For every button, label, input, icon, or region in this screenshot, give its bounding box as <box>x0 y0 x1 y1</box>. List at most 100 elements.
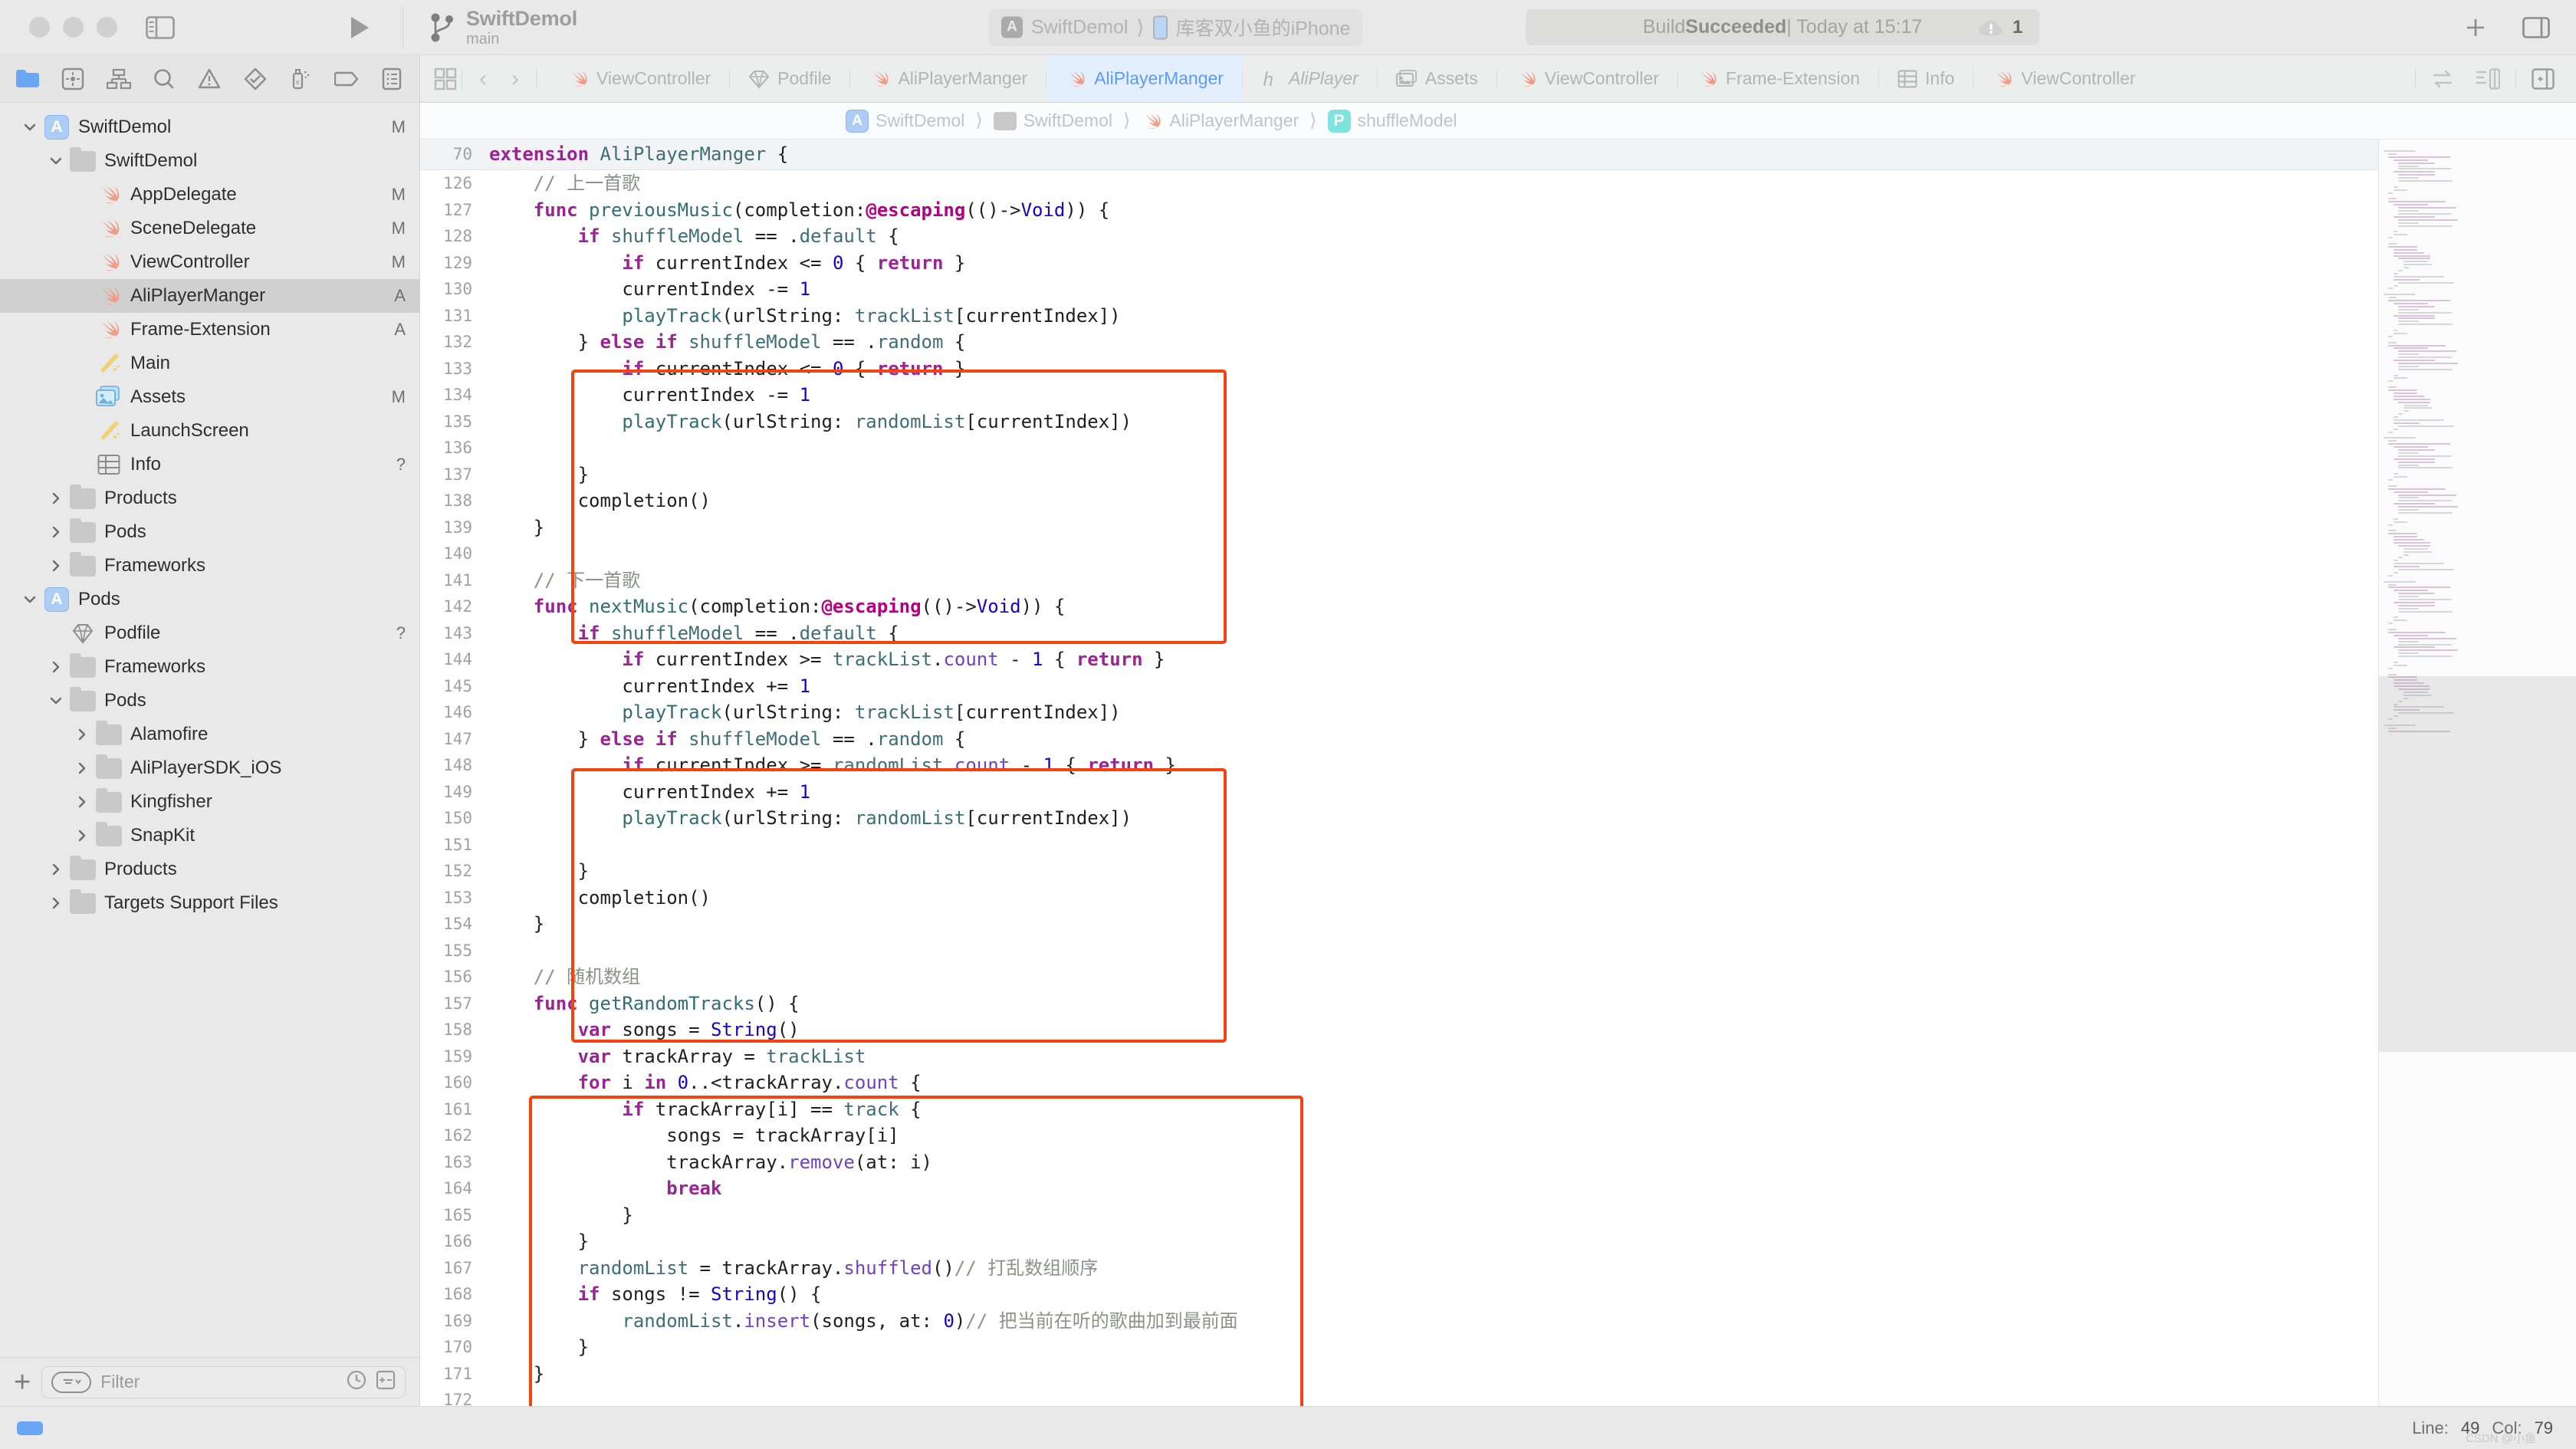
scheme-selector[interactable]: A SwiftDemol ⟩ 库客双小鱼的iPhone <box>989 9 1363 45</box>
chevron-right-icon[interactable] <box>44 659 67 675</box>
breadcrumb-item[interactable]: A SwiftDemol <box>846 109 964 133</box>
code-line[interactable]: 133 if currentIndex <= 0 { return } <box>420 356 2378 383</box>
breadcrumb-item[interactable]: SwiftDemol <box>993 110 1112 131</box>
code-line[interactable]: 139 } <box>420 514 2378 541</box>
clock-icon[interactable] <box>347 1370 366 1394</box>
code-line[interactable]: 160 for i in 0..<trackArray.count { <box>420 1070 2378 1096</box>
code-line[interactable]: 144 if currentIndex >= trackList.count -… <box>420 646 2378 673</box>
chevron-right-icon[interactable] <box>44 524 67 540</box>
code-line[interactable]: 172 <box>420 1387 2378 1406</box>
test-diamond-icon[interactable] <box>232 67 278 90</box>
code-line[interactable]: 154 } <box>420 911 2378 938</box>
tree-item-swiftdemol[interactable]: SwiftDemol <box>0 144 419 178</box>
chevron-right-icon[interactable] <box>44 895 67 911</box>
tree-item-frame-extension[interactable]: Frame-Extension A <box>0 313 419 347</box>
code-line[interactable]: 165 } <box>420 1202 2378 1229</box>
tree-item-frameworks[interactable]: Frameworks <box>0 650 419 684</box>
chevron-right-icon[interactable] <box>71 794 94 810</box>
tree-item-targets-support-files[interactable]: Targets Support Files <box>0 886 419 920</box>
code-line[interactable]: 141 // 下一首歌 <box>420 567 2378 594</box>
chevron-right-icon[interactable] <box>44 491 67 506</box>
code-line[interactable]: 145 currentIndex += 1 <box>420 673 2378 700</box>
code-line[interactable]: 138 completion() <box>420 488 2378 514</box>
breakpoint-tag-icon[interactable] <box>324 70 369 88</box>
tree-item-launchscreen[interactable]: LaunchScreen <box>0 414 419 448</box>
code-line[interactable]: 161 if trackArray[i] == track { <box>420 1096 2378 1123</box>
code-line[interactable]: 155 <box>420 938 2378 964</box>
chevron-down-icon[interactable] <box>44 153 67 169</box>
chevron-right-icon[interactable] <box>71 761 94 776</box>
tab-aliplayermanger[interactable]: AliPlayerManger <box>850 55 1046 102</box>
filter-field[interactable]: Filter <box>41 1365 406 1398</box>
tree-item-aliplayermanger[interactable]: AliPlayerManger A <box>0 279 419 313</box>
tree-item-swiftdemol[interactable]: A SwiftDemol M <box>0 110 419 144</box>
code-line[interactable]: 158 var songs = String() <box>420 1017 2378 1043</box>
tab-grid-icon[interactable] <box>434 67 457 90</box>
tree-item-alamofire[interactable]: Alamofire <box>0 718 419 751</box>
chevron-right-icon[interactable] <box>71 828 94 843</box>
debug-area-toggle[interactable] <box>17 1421 43 1435</box>
chevron-down-icon[interactable] <box>18 592 41 607</box>
destination-name[interactable]: 库客双小鱼的iPhone <box>1176 14 1351 41</box>
code-line[interactable]: 148 if currentIndex >= randomList.count … <box>420 752 2378 779</box>
code-line[interactable]: 156 // 随机数组 <box>420 964 2378 991</box>
code-line[interactable]: 136 <box>420 435 2378 462</box>
tree-item-pods[interactable]: A Pods <box>0 583 419 616</box>
report-list-icon[interactable] <box>370 67 415 90</box>
code-line[interactable]: 131 playTrack(urlString: trackList[curre… <box>420 303 2378 330</box>
code-line[interactable]: 130 currentIndex -= 1 <box>420 276 2378 303</box>
chevron-down-icon[interactable] <box>18 120 41 135</box>
tree-item-pods[interactable]: Pods <box>0 684 419 718</box>
code-line[interactable]: 142 func nextMusic(completion:@escaping(… <box>420 593 2378 620</box>
tab-podfile[interactable]: Podfile <box>730 55 849 102</box>
code-line[interactable]: 135 playTrack(urlString: randomList[curr… <box>420 409 2378 435</box>
tree-item-snapkit[interactable]: SnapKit <box>0 819 419 853</box>
code-line[interactable]: 132 } else if shuffleModel == .random { <box>420 329 2378 356</box>
code-line[interactable]: 170 } <box>420 1334 2378 1361</box>
tab-aliplayermanger[interactable]: AliPlayerManger <box>1046 55 1242 102</box>
cloud-issue-badge[interactable]: 1 <box>1978 17 2022 38</box>
code-area[interactable]: 70 extension AliPlayerManger { 126 // 上一… <box>420 140 2378 1406</box>
minimap-toggle-icon[interactable] <box>2465 67 2511 90</box>
tree-item-viewcontroller[interactable]: ViewController M <box>0 245 419 279</box>
inspector-toggle-icon[interactable] <box>2521 67 2565 90</box>
tab-assets[interactable]: Assets <box>1378 55 1497 102</box>
code-line[interactable]: 146 playTrack(urlString: trackList[curre… <box>420 699 2378 726</box>
code-line[interactable]: 149 currentIndex += 1 <box>420 779 2378 806</box>
zoom-button[interactable] <box>97 17 117 38</box>
build-status-banner[interactable]: Build Succeeded | Today at 15:17 <box>1526 9 2039 45</box>
symbol-hierarchy-icon[interactable] <box>96 68 141 90</box>
tab-aliplayer[interactable]: h AliPlayer <box>1243 55 1377 102</box>
tab-forward-button[interactable]: › <box>499 66 531 92</box>
editor-layout-icon[interactable] <box>2522 16 2550 38</box>
tab-back-button[interactable]: ‹ <box>467 66 499 92</box>
code-line[interactable]: 152 } <box>420 858 2378 885</box>
chevron-down-icon[interactable] <box>44 693 67 708</box>
code-line[interactable]: 151 <box>420 832 2378 859</box>
tree-item-scenedelegate[interactable]: SceneDelegate M <box>0 212 419 245</box>
code-minimap[interactable] <box>2378 140 2576 1406</box>
add-button[interactable] <box>2464 16 2487 39</box>
tree-item-products[interactable]: Products <box>0 853 419 886</box>
tree-item-main[interactable]: Main <box>0 347 419 380</box>
scheme-name[interactable]: SwiftDemol <box>1031 16 1128 38</box>
tree-item-info[interactable]: Info? <box>0 448 419 481</box>
code-line[interactable]: 126 // 上一首歌 <box>420 170 2378 197</box>
search-icon[interactable] <box>141 67 186 90</box>
code-line[interactable]: 134 currentIndex -= 1 <box>420 382 2378 409</box>
code-line[interactable]: 171 } <box>420 1361 2378 1388</box>
warning-triangle-icon[interactable] <box>187 68 232 90</box>
tree-item-aliplayersdk-ios[interactable]: AliPlayerSDK_iOS <box>0 751 419 785</box>
code-line[interactable]: 169 randomList.insert(songs, at: 0)// 把当… <box>420 1308 2378 1335</box>
code-line[interactable]: 164 break <box>420 1175 2378 1202</box>
minimize-button[interactable] <box>63 17 84 38</box>
code-line[interactable]: 163 trackArray.remove(at: i) <box>420 1149 2378 1176</box>
minimap-viewport[interactable] <box>2379 676 2576 1052</box>
code-line[interactable]: 150 playTrack(urlString: randomList[curr… <box>420 805 2378 832</box>
source-control-icon[interactable] <box>50 67 95 90</box>
tree-item-appdelegate[interactable]: AppDelegate M <box>0 178 419 212</box>
tab-viewcontroller[interactable]: ViewController <box>1973 55 2154 102</box>
tree-item-frameworks[interactable]: Frameworks <box>0 549 419 583</box>
folder-icon[interactable] <box>5 68 50 90</box>
tree-item-pods[interactable]: Pods <box>0 515 419 549</box>
